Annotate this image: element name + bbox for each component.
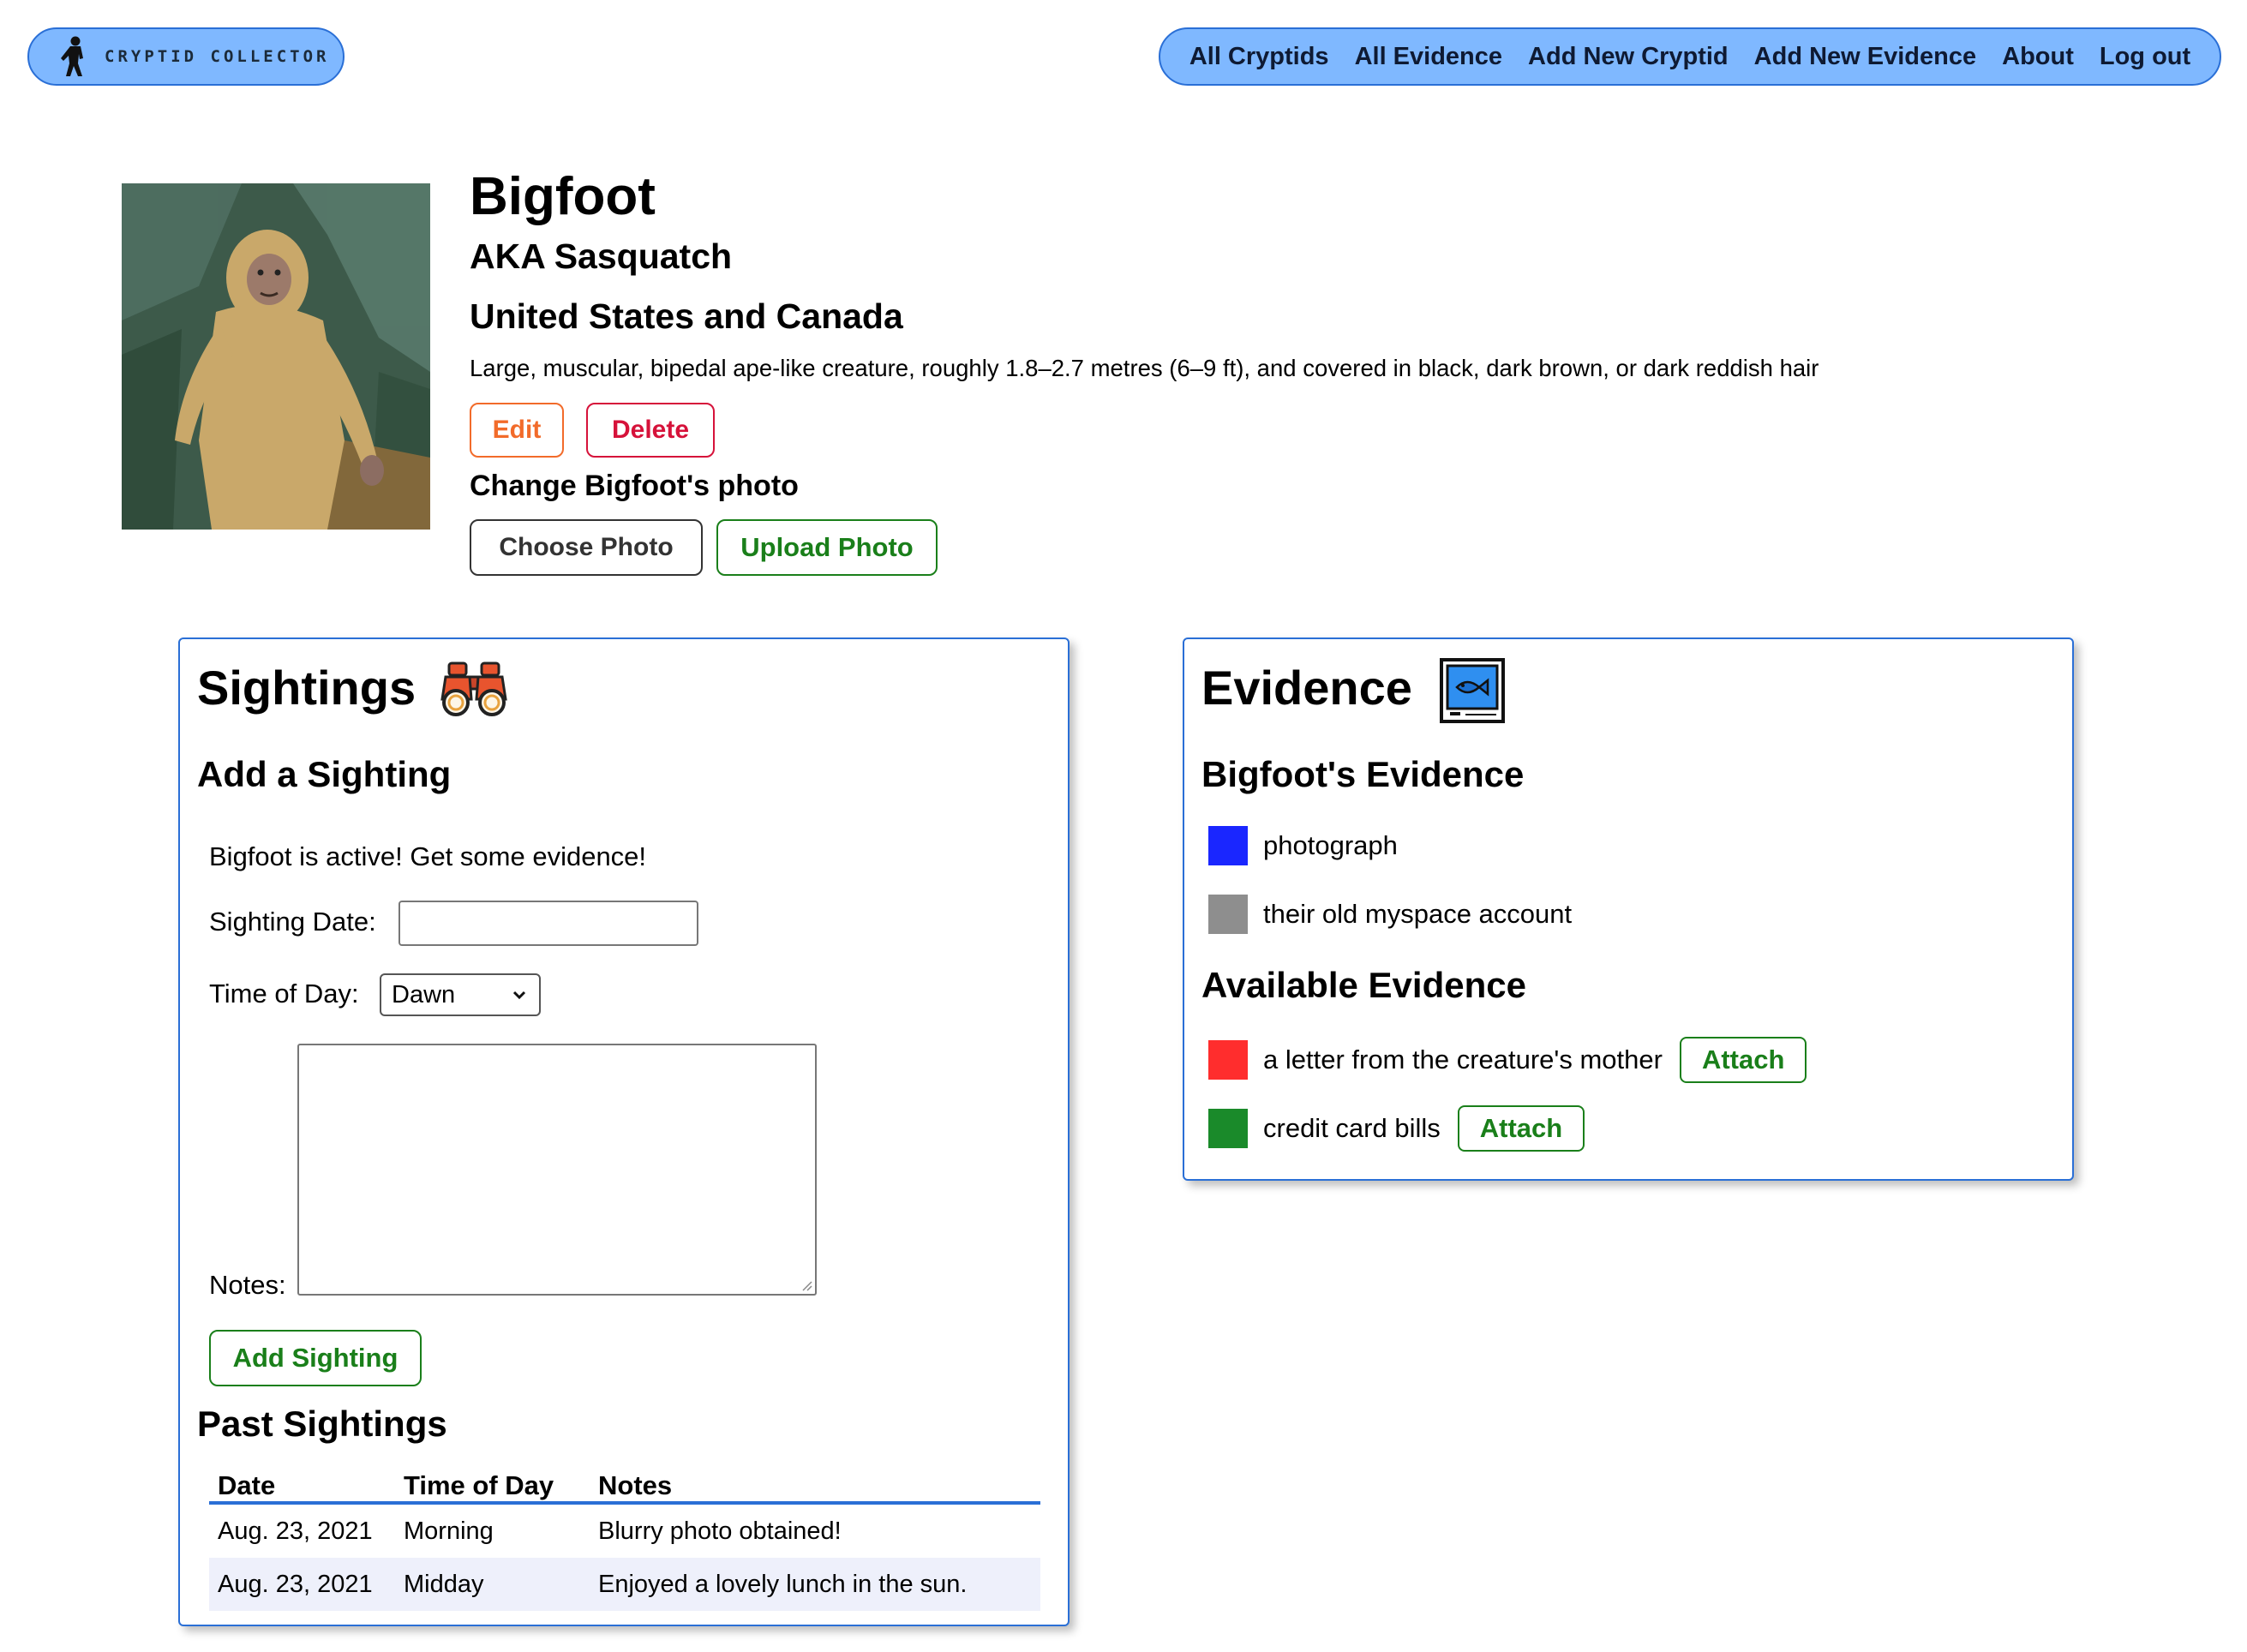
col-notes: Notes <box>598 1470 673 1500</box>
row-notes: Enjoyed a lovely lunch in the sun. <box>598 1570 968 1598</box>
available-evidence-item: a letter from the creature's mother Atta… <box>1208 1037 1807 1083</box>
sightings-title: Sightings <box>197 661 416 715</box>
time-of-day-label: Time of Day: <box>209 979 359 1009</box>
available-evidence-item: credit card bills Attach <box>1208 1105 1585 1152</box>
row-date: Aug. 23, 2021 <box>218 1517 373 1545</box>
cryptid-name: Bigfoot <box>470 167 656 226</box>
time-of-day-select[interactable]: Dawn <box>380 973 541 1016</box>
nav-log-out[interactable]: Log out <box>2100 43 2190 71</box>
notes-textarea[interactable] <box>297 1044 817 1296</box>
logo-home-link[interactable]: CRYPTID COLLECTOR <box>27 27 345 86</box>
change-photo-heading: Change Bigfoot's photo <box>470 470 799 502</box>
table-header: Date Time of Day Notes <box>209 1465 1040 1505</box>
main-nav: All Cryptids All Evidence Add New Crypti… <box>1159 27 2221 86</box>
cryptid-aka: AKA Sasquatch <box>470 236 733 276</box>
table-row: Aug. 23, 2021 Morning Blurry photo obtai… <box>209 1505 1040 1558</box>
delete-button[interactable]: Delete <box>586 403 715 458</box>
cryptid-description: Large, muscular, bipedal ape-like creatu… <box>470 355 1819 381</box>
past-sightings-heading: Past Sightings <box>197 1404 447 1444</box>
sighting-date-input[interactable] <box>398 901 698 946</box>
resize-grip-icon[interactable] <box>799 1278 812 1291</box>
evidence-item: their old myspace account <box>1208 895 1572 934</box>
nav-all-cryptids[interactable]: All Cryptids <box>1189 43 1329 71</box>
available-evidence-heading: Available Evidence <box>1201 965 1526 1005</box>
time-of-day-value: Dawn <box>392 980 456 1009</box>
binoculars-icon <box>440 661 507 716</box>
add-sighting-heading: Add a Sighting <box>197 754 452 794</box>
choose-photo-button[interactable]: Choose Photo <box>470 519 703 576</box>
nav-all-evidence[interactable]: All Evidence <box>1355 43 1502 71</box>
active-message: Bigfoot is active! Get some evidence! <box>209 841 647 871</box>
table-row: Aug. 23, 2021 Midday Enjoyed a lovely lu… <box>209 1558 1040 1611</box>
bigfoot-evidence-heading: Bigfoot's Evidence <box>1201 754 1525 794</box>
nav-add-new-evidence[interactable]: Add New Evidence <box>1754 43 1976 71</box>
col-time-of-day: Time of Day <box>404 1470 554 1500</box>
cryptid-region: United States and Canada <box>470 296 903 336</box>
past-sightings-table: Date Time of Day Notes Aug. 23, 2021 Mor… <box>209 1465 1040 1611</box>
cryptid-photo <box>122 183 430 530</box>
sighting-date-label: Sighting Date: <box>209 907 376 937</box>
evidence-item: photograph <box>1208 826 1398 865</box>
evidence-label: credit card bills <box>1263 1113 1441 1143</box>
row-time: Morning <box>404 1517 494 1545</box>
evidence-label: photograph <box>1263 830 1398 860</box>
nav-add-new-cryptid[interactable]: Add New Cryptid <box>1528 43 1729 71</box>
fish-tv-icon <box>1440 658 1505 723</box>
add-sighting-button[interactable]: Add Sighting <box>209 1330 422 1386</box>
evidence-color-swatch <box>1208 895 1248 934</box>
evidence-label: their old myspace account <box>1263 899 1573 929</box>
row-time: Midday <box>404 1570 484 1598</box>
attach-button[interactable]: Attach <box>1457 1105 1585 1152</box>
evidence-color-swatch <box>1208 1040 1248 1080</box>
evidence-color-swatch <box>1208 826 1248 865</box>
evidence-title: Evidence <box>1201 661 1412 715</box>
notes-label: Notes: <box>209 1270 286 1300</box>
edit-button[interactable]: Edit <box>470 403 564 458</box>
chevron-down-icon <box>512 991 526 1000</box>
evidence-color-swatch <box>1208 1109 1248 1148</box>
logo-text: CRYPTID COLLECTOR <box>105 47 330 66</box>
row-notes: Blurry photo obtained! <box>598 1517 842 1545</box>
bigfoot-logo-icon <box>61 36 83 76</box>
row-date: Aug. 23, 2021 <box>218 1570 373 1598</box>
evidence-label: a letter from the creature's mother <box>1263 1044 1663 1074</box>
col-date: Date <box>218 1470 276 1500</box>
attach-button[interactable]: Attach <box>1679 1037 1807 1083</box>
upload-photo-button[interactable]: Upload Photo <box>716 519 938 576</box>
nav-about[interactable]: About <box>2002 43 2074 71</box>
